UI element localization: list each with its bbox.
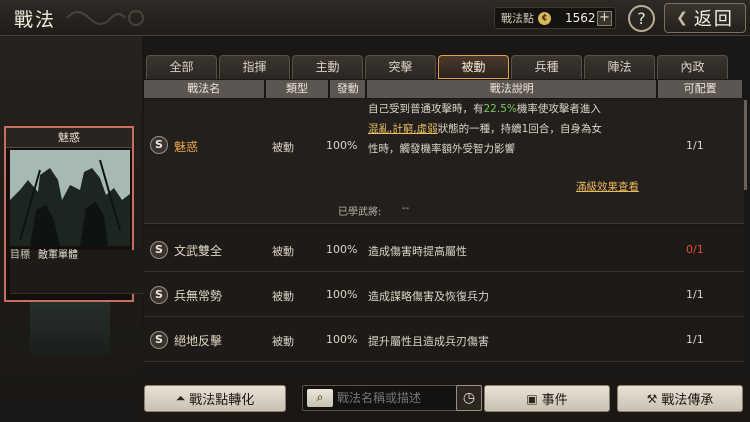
card-title: 魅惑	[6, 128, 132, 148]
grade-badge: S	[150, 136, 168, 154]
col-header-type: 類型	[265, 80, 329, 98]
tactic-list: S 魅惑 被動 100% 自己受到普通攻擊時，有22.5%機率使攻擊者進入 混亂…	[144, 99, 744, 376]
tactic-rate: 100%	[326, 139, 358, 152]
tactic-description: 提升屬性且造成兵刃傷害	[368, 335, 489, 348]
tactic-description: 造成謀略傷害及恢復兵力	[368, 290, 489, 303]
tactic-rate: 100%	[326, 243, 358, 256]
background-figures	[30, 300, 110, 356]
back-button-label: 返回	[693, 9, 734, 30]
status-tags[interactable]: 混亂,計窮,虛弱	[368, 123, 438, 135]
convert-points-button[interactable]: ⏶ 戰法點轉化	[144, 385, 286, 412]
tab-internal-affairs[interactable]: 內政	[657, 55, 728, 79]
grade-badge: S	[150, 331, 168, 349]
tactic-slots: 1/1	[686, 288, 704, 301]
tactic-description: 自己受到普通攻擊時，有22.5%機率使攻擊者進入 混亂,計窮,虛弱狀態的一種，持…	[368, 99, 660, 159]
tactic-type: 被動	[272, 141, 294, 154]
event-icon: ▣	[526, 391, 538, 406]
tactic-name: 兵無常勢	[174, 289, 223, 303]
convert-points-label: 戰法點轉化	[189, 393, 255, 408]
help-button[interactable]: ?	[628, 5, 655, 32]
tactic-slots: 1/1	[686, 139, 704, 152]
tactic-type: 被動	[272, 245, 294, 258]
tactic-name: 文武雙全	[174, 244, 223, 258]
coin-icon: ¢	[538, 11, 551, 25]
learned-generals-value: --	[402, 203, 410, 214]
back-arrow-icon: ❮	[676, 10, 688, 26]
tab-active[interactable]: 主動	[292, 55, 363, 79]
col-header-rate: 發動	[330, 80, 366, 98]
description-line: 自己受到普通攻擊時，有22.5%機率使攻擊者進入	[368, 99, 660, 119]
tab-passive[interactable]: 被動	[438, 55, 509, 79]
card-info-value: 敵軍單體	[38, 250, 78, 261]
tab-command[interactable]: 指揮	[219, 55, 290, 79]
top-bar: 戰法 戰法點 ¢ 1562 + ? ❮ 返回	[0, 0, 750, 36]
card-info-key: 目標	[10, 250, 30, 261]
col-header-slots: 可配置	[658, 80, 742, 98]
tab-troop-type[interactable]: 兵種	[511, 55, 582, 79]
table-row[interactable]: S 兵無常勢 被動 100% 造成謀略傷害及恢復兵力 1/1	[144, 273, 744, 317]
hammer-icon: ⚒	[646, 391, 658, 406]
tab-all[interactable]: 全部	[146, 55, 217, 79]
description-text: 狀態的一種，持續1回合，自身為女	[437, 123, 602, 135]
tab-assault[interactable]: 突擊	[365, 55, 436, 79]
description-text: 自己受到普通攻擊時，有	[368, 103, 484, 115]
tactic-inherit-button[interactable]: ⚒ 戰法傳承	[617, 385, 743, 412]
search-box: ⌕	[302, 385, 482, 411]
description-line: 混亂,計窮,虛弱狀態的一種，持續1回合，自身為女	[368, 119, 660, 139]
grade-badge: S	[150, 241, 168, 259]
card-illustration	[10, 150, 130, 246]
trigger-percent: 22.5%	[483, 103, 517, 115]
search-icon[interactable]: ⌕	[307, 389, 333, 407]
tactic-card: 魅惑 適用 ♞ ⛊ ✕ ➶ ✪ 類型 被動 效果 控制	[4, 126, 610, 302]
history-clock-button[interactable]: ◷	[456, 385, 482, 411]
tactic-type: 被動	[272, 290, 294, 303]
col-header-name: 戰法名	[144, 80, 264, 98]
list-scrollbar[interactable]	[744, 100, 747, 190]
add-points-button[interactable]: +	[597, 11, 612, 26]
tactic-slots: 0/1	[686, 243, 704, 256]
grade-badge: S	[150, 286, 168, 304]
events-button[interactable]: ▣ 事件	[484, 385, 610, 412]
back-button[interactable]: ❮ 返回	[664, 3, 746, 33]
tactic-points-value: 1562	[565, 11, 596, 25]
tactic-rate: 100%	[326, 333, 358, 346]
tactic-rate: 100%	[326, 288, 358, 301]
page-title: 戰法	[14, 9, 57, 31]
tab-formation[interactable]: 陣法	[584, 55, 655, 79]
max-level-effect-link[interactable]: 滿級效果查看	[576, 179, 639, 194]
tactic-inherit-label: 戰法傳承	[661, 393, 714, 408]
col-header-description: 戰法說明	[367, 80, 657, 98]
tactic-points-label: 戰法點	[501, 12, 534, 25]
category-tabs: 全部 指揮 主動 突擊 被動 兵種 陣法 內政	[146, 55, 730, 79]
search-input[interactable]	[337, 388, 455, 408]
table-row[interactable]: S 文武雙全 被動 100% 造成傷害時提高屬性 0/1	[144, 228, 744, 272]
description-line: 性時，觸發機率額外受智力影響	[368, 143, 515, 155]
tactic-name: 魅惑	[174, 140, 199, 154]
table-header: 戰法名 類型 發動 戰法說明 可配置	[144, 80, 744, 98]
decorative-swirl	[66, 10, 144, 26]
convert-icon: ⏶	[175, 391, 186, 405]
tactic-slots: 1/1	[686, 333, 704, 346]
table-row[interactable]: S 絕地反擊 被動 100% 提升屬性且造成兵刃傷害 1/1	[144, 318, 744, 362]
events-label: 事件	[541, 393, 568, 408]
learned-generals-label: 已學武將:	[338, 207, 382, 218]
tactic-name: 絕地反擊	[174, 334, 223, 348]
description-text: 機率使攻擊者進入	[516, 103, 601, 115]
table-row-expanded[interactable]: S 魅惑 被動 100% 自己受到普通攻擊時，有22.5%機率使攻擊者進入 混亂…	[144, 99, 744, 224]
tactic-points: 戰法點 ¢ 1562 +	[494, 7, 616, 29]
tactic-description: 造成傷害時提高屬性	[368, 245, 467, 258]
tactic-type: 被動	[272, 335, 294, 348]
